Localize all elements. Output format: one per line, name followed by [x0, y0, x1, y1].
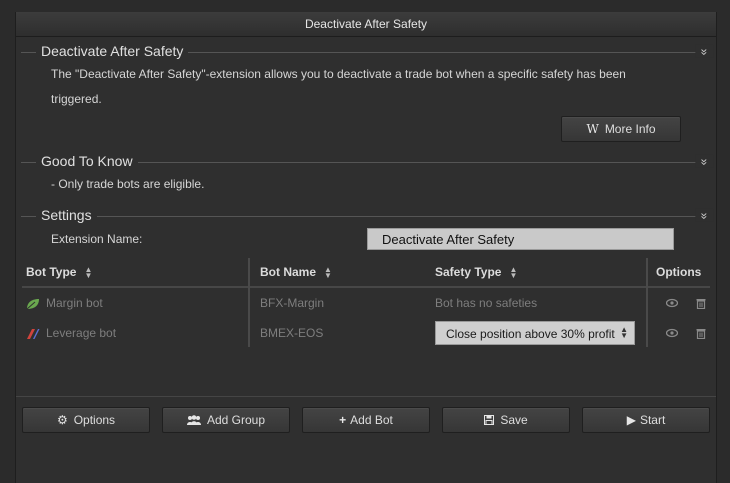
table-header: Bot Type ▲ ▼ Bot Name ▲ ▼ Safety Type ▲ ▼ Opti… [22, 258, 710, 288]
column-header-bot-name[interactable]: Bot Name ▲ ▼ [260, 258, 332, 286]
options-button[interactable]: ⚙ Options [22, 407, 150, 433]
sort-icon: ▲ ▼ [324, 264, 332, 280]
leaf-icon [26, 298, 39, 310]
bots-table: Bot Type ▲ ▼ Bot Name ▲ ▼ Safety Type ▲ ▼ Opti… [22, 258, 710, 348]
column-header-safety-type[interactable]: Safety Type ▲ ▼ [435, 258, 517, 286]
users-icon [186, 408, 201, 432]
about-description-line2: triggered. [51, 92, 102, 106]
extension-window: Deactivate After Safety Deactivate After… [15, 12, 717, 483]
save-button[interactable]: Save [442, 407, 570, 433]
bot-type-cell: Margin bot [26, 288, 103, 318]
bot-name-cell: BMEX-EOS [260, 326, 324, 340]
wiki-icon: W [586, 122, 599, 136]
collapse-chevron-icon[interactable]: » [695, 208, 714, 222]
section-good-to-know-title: Good To Know [36, 153, 138, 169]
footer-divider [16, 396, 716, 397]
more-info-button[interactable]: W More Info [561, 116, 681, 142]
extension-name-input[interactable]: Deactivate After Safety [367, 228, 674, 250]
section-settings-title: Settings [36, 207, 97, 223]
eye-icon[interactable] [665, 288, 679, 318]
select-arrows-icon: ▲ ▼ [620, 325, 628, 340]
plus-icon: + [339, 413, 347, 427]
sort-icon: ▲ ▼ [84, 264, 93, 280]
bot-name-cell: BFX-Margin [260, 296, 325, 310]
column-header-options: Options [656, 265, 702, 279]
section-about-header[interactable]: Deactivate After Safety » [21, 43, 714, 60]
safety-type-cell: Bot has no safeties [435, 296, 538, 310]
section-settings-header[interactable]: Settings » [21, 207, 714, 224]
eye-icon[interactable] [665, 318, 679, 348]
column-header-bot-type[interactable]: Bot Type ▲ ▼ [26, 258, 92, 286]
section-good-to-know-header[interactable]: Good To Know » [21, 153, 714, 170]
good-to-know-text: - Only trade bots are eligible. [51, 177, 205, 191]
sort-icon: ▲ ▼ [509, 264, 518, 280]
extension-name-label: Extension Name: [51, 232, 143, 246]
leverage-icon [27, 328, 40, 339]
collapse-chevron-icon[interactable]: » [695, 154, 714, 168]
more-info-label: More Info [604, 122, 656, 136]
safety-type-select[interactable]: Close position above 30% profit ▲ ▼ [435, 321, 635, 345]
table-row[interactable]: Leverage bot BMEX-EOS Close position abo… [22, 318, 710, 348]
add-group-button[interactable]: Add Group [162, 407, 290, 433]
window-title: Deactivate After Safety [16, 12, 716, 37]
trash-icon[interactable] [696, 318, 706, 348]
trash-icon[interactable] [696, 288, 706, 318]
collapse-chevron-icon[interactable]: » [695, 44, 714, 58]
floppy-disk-icon [484, 408, 495, 432]
gear-icon: ⚙ [56, 413, 68, 427]
section-divider [21, 216, 711, 217]
about-description-line1: The "Deactivate After Safety"-extension … [51, 67, 626, 81]
add-bot-button[interactable]: + Add Bot [302, 407, 430, 433]
table-row[interactable]: Margin bot BFX-Margin Bot has no safetie… [22, 288, 710, 318]
start-button[interactable]: ▶ Start [582, 407, 710, 433]
bot-type-cell: Leverage bot [26, 318, 116, 348]
play-icon: ▶ [626, 413, 636, 427]
section-about-title: Deactivate After Safety [36, 43, 189, 59]
